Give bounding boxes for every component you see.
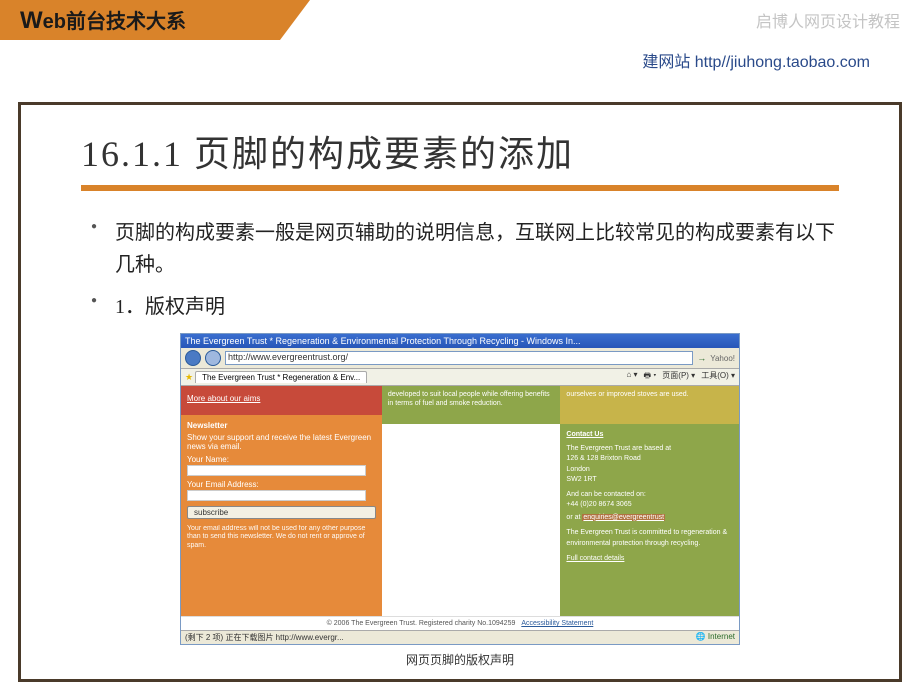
home-icon[interactable]: ⌂ ▾ <box>626 370 637 384</box>
column-right: ourselves or improved stoves are used. C… <box>560 386 739 616</box>
contact-email-link[interactable]: enquiries@evergreentrust <box>582 514 665 521</box>
favorites-icon[interactable]: ★ <box>185 372 193 383</box>
bullet-item: 页脚的构成要素一般是网页辅助的说明信息，互联网上比较常见的构成要素有以下几种。 <box>91 217 839 281</box>
aims-strip: More about our aims <box>181 386 382 415</box>
print-icon[interactable]: 🖶 ▾ <box>644 370 657 384</box>
mid-blank-area <box>382 424 561 616</box>
contact-addr: SW2 1RT <box>566 475 733 486</box>
tab-tools: ⌂ ▾ 🖶 ▾ 页面(P) ▾ 工具(O) ▾ <box>626 370 735 384</box>
contact-panel: Contact Us The Evergreen Trust are based… <box>560 424 739 616</box>
copyright-text: © 2006 The Evergreen Trust. Registered c… <box>327 620 516 627</box>
contact-orat: or at enquiries@evergreentrust <box>566 513 733 524</box>
column-middle: developed to suit local people while off… <box>382 386 561 616</box>
email-input[interactable] <box>187 490 366 501</box>
full-contact-link[interactable]: Full contact details <box>566 554 733 565</box>
name-input[interactable] <box>187 465 366 476</box>
contact-line: The Evergreen Trust are based at <box>566 444 733 455</box>
name-label: Your Name: <box>187 455 376 464</box>
back-button[interactable] <box>185 350 201 366</box>
newsletter-heading: Newsletter <box>187 421 376 430</box>
tools-menu[interactable]: 工具(O) ▾ <box>701 370 735 384</box>
status-right: 🌐 Internet <box>696 632 735 643</box>
status-left: (剩下 2 项) 正在下载图片 http://www.evergr... <box>185 632 344 643</box>
mid-top-text: developed to suit local people while off… <box>382 386 561 424</box>
header-left-block: Web前台技术大系 <box>0 0 280 40</box>
figure-caption: 网页页脚的版权声明 <box>180 651 740 668</box>
page-content: More about our aims Newsletter Show your… <box>181 386 739 616</box>
bullet-item: 1．版权声明 <box>91 291 839 323</box>
contact-addr: London <box>566 465 733 476</box>
contact-addr: 126 & 128 Brixton Road <box>566 454 733 465</box>
contact-label: And can be contacted on: <box>566 490 733 501</box>
newsletter-fineprint: Your email address will not be used for … <box>187 525 376 550</box>
contact-heading: Contact Us <box>566 430 733 441</box>
browser-toolbar: http://www.evergreentrust.org/ → Yahoo! <box>181 348 739 369</box>
forward-button[interactable] <box>205 350 221 366</box>
page-menu[interactable]: 页面(P) ▾ <box>662 370 695 384</box>
browser-tabstrip: ★ The Evergreen Trust * Regeneration & E… <box>181 369 739 386</box>
screenshot-figure: The Evergreen Trust * Regeneration & Env… <box>180 333 740 668</box>
browser-window: The Evergreen Trust * Regeneration & Env… <box>180 333 740 645</box>
newsletter-text: Show your support and receive the latest… <box>187 433 376 451</box>
title-underline <box>81 185 839 191</box>
bullet-list: 页脚的构成要素一般是网页辅助的说明信息，互联网上比较常见的构成要素有以下几种。 … <box>81 217 839 323</box>
slide-body: 16.1.1 页脚的构成要素的添加 页脚的构成要素一般是网页辅助的说明信息，互联… <box>18 102 902 682</box>
page-copyright-footer: © 2006 The Evergreen Trust. Registered c… <box>181 616 739 630</box>
accessibility-link[interactable]: Accessibility Statement <box>521 620 593 627</box>
status-zone: Internet <box>708 632 735 641</box>
slide-title: 16.1.1 页脚的构成要素的添加 <box>81 125 839 177</box>
contact-commit: The Evergreen Trust is committed to rege… <box>566 528 733 549</box>
subheader-link-text: 建网站 http//jiuhong.taobao.com <box>0 48 920 72</box>
header-right-text: 启博人网页设计教程 <box>756 8 900 32</box>
address-bar[interactable]: http://www.evergreentrust.org/ <box>225 351 693 365</box>
orat-text: or at <box>566 514 580 521</box>
browser-statusbar: (剩下 2 项) 正在下载图片 http://www.evergr... 🌐 I… <box>181 630 739 644</box>
contact-phone: +44 (0)20 8674 3065 <box>566 500 733 511</box>
more-aims-link[interactable]: More about our aims <box>187 394 260 403</box>
email-label: Your Email Address: <box>187 480 376 489</box>
header-decor-triangle <box>280 0 310 40</box>
right-top-text: ourselves or improved stoves are used. <box>560 386 739 424</box>
search-label: Yahoo! <box>710 354 735 363</box>
tab-active[interactable]: The Evergreen Trust * Regeneration & Env… <box>195 371 367 383</box>
browser-titlebar: The Evergreen Trust * Regeneration & Env… <box>181 334 739 348</box>
column-left: More about our aims Newsletter Show your… <box>181 386 382 616</box>
slide-header: Web前台技术大系 启博人网页设计教程 <box>0 0 920 40</box>
go-icon[interactable]: → <box>697 353 706 363</box>
subscribe-button[interactable]: subscribe <box>187 506 376 519</box>
header-left-text: Web前台技术大系 <box>20 5 186 35</box>
